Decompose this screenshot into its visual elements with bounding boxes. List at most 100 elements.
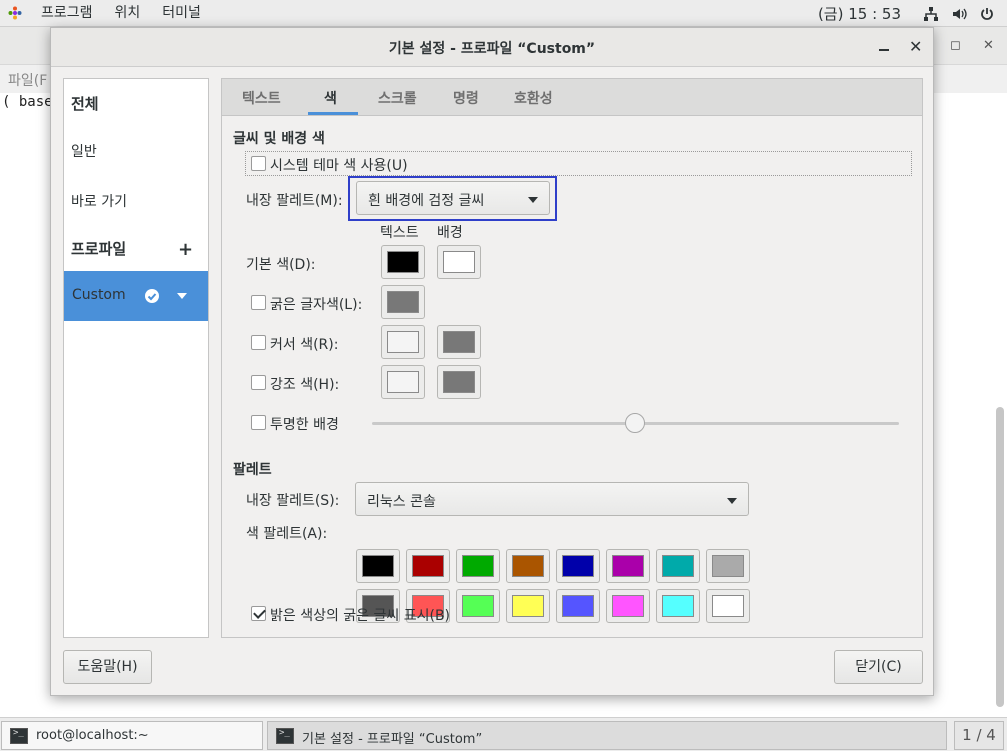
dropdown-arrow-icon <box>528 197 538 203</box>
terminal-icon <box>10 728 28 744</box>
builtin-scheme-combo[interactable]: 흰 배경에 검정 글씨 <box>356 181 550 215</box>
color-swatch <box>562 595 594 617</box>
tab-compatibility[interactable]: 호환성 <box>514 88 553 108</box>
help-button[interactable]: 도움말(H) <box>63 650 152 684</box>
profile-name: Custom <box>72 287 126 303</box>
bold-bright-checkbox[interactable] <box>251 606 266 621</box>
terminal-scrollbar[interactable] <box>996 407 1004 707</box>
bold-color-button[interactable] <box>381 285 425 319</box>
taskbar-item-preferences[interactable]: 기본 설정 - 프로파일 “Custom” <box>267 721 947 750</box>
builtin-scheme-label: 내장 팔레트(M): <box>246 193 343 209</box>
dropdown-arrow-icon <box>727 498 737 504</box>
color-swatch <box>512 555 544 577</box>
top-panel: 프로그램 위치 터미널 (금) 15 : 53 <box>0 0 1007 27</box>
bottom-taskbar: root@localhost:~ 기본 설정 - 프로파일 “Custom” 1… <box>0 717 1007 751</box>
palette-color-button[interactable] <box>656 589 700 623</box>
close-icon[interactable]: ✕ <box>983 38 994 53</box>
default-text-color-button[interactable] <box>381 245 425 279</box>
cursor-text-color-button[interactable] <box>381 325 425 359</box>
close-icon[interactable]: ✕ <box>909 37 922 56</box>
palette-color-button[interactable] <box>506 589 550 623</box>
color-swatch <box>662 595 694 617</box>
sidebar: 전체 일반 바로 가기 프로파일 + Custom <box>63 78 209 638</box>
transparent-bg-label: 투명한 배경 <box>270 417 339 433</box>
color-swatch <box>387 251 419 273</box>
text-bg-section-title: 글씨 및 배경 색 <box>233 131 325 147</box>
workspace-pager[interactable]: 1 / 4 <box>954 721 1004 750</box>
color-swatch <box>662 555 694 577</box>
palette-color-button[interactable] <box>656 549 700 583</box>
highlight-color-label: 강조 색(H): <box>270 377 340 393</box>
color-swatch <box>562 555 594 577</box>
color-swatch <box>512 595 544 617</box>
preferences-dialog: 기본 설정 - 프로파일 “Custom” ✕ 전체 일반 바로 가기 프로파일… <box>50 27 934 696</box>
taskbar-item-terminal[interactable]: root@localhost:~ <box>1 721 263 750</box>
color-swatch <box>387 291 419 313</box>
highlight-color-checkbox[interactable] <box>251 375 266 390</box>
tab-scrolling[interactable]: 스크롤 <box>378 88 417 108</box>
maximize-icon[interactable]: ◻ <box>950 38 961 53</box>
dialog-title: 기본 설정 - 프로파일 “Custom” <box>388 41 596 57</box>
palette-color-button[interactable] <box>556 549 600 583</box>
close-button[interactable]: 닫기(C) <box>834 650 923 684</box>
sidebar-item-all[interactable]: 전체 <box>64 93 208 114</box>
tab-bar: 텍스트 색 스크롤 명령 호환성 <box>222 79 922 116</box>
palette-color-button[interactable] <box>456 589 500 623</box>
menu-file[interactable]: 파일(F <box>8 70 47 90</box>
cursor-bg-color-button[interactable] <box>437 325 481 359</box>
apps-menu-icon[interactable] <box>8 6 22 20</box>
color-swatch <box>462 595 494 617</box>
color-swatch <box>462 555 494 577</box>
power-icon[interactable] <box>979 6 995 22</box>
active-tab-indicator <box>308 112 358 115</box>
cursor-color-checkbox[interactable] <box>251 335 266 350</box>
add-profile-button[interactable]: + <box>178 239 193 260</box>
sidebar-item-general[interactable]: 일반 <box>64 141 208 161</box>
menu-places[interactable]: 위치 <box>104 0 152 27</box>
default-profile-check-icon <box>145 289 159 303</box>
bold-color-checkbox[interactable] <box>251 295 266 310</box>
system-theme-checkbox[interactable] <box>251 156 266 171</box>
builtin-scheme-value: 흰 배경에 검정 글씨 <box>368 193 485 209</box>
network-icon[interactable] <box>923 6 939 22</box>
tab-text[interactable]: 텍스트 <box>242 88 281 108</box>
sidebar-item-shortcuts[interactable]: 바로 가기 <box>64 191 208 211</box>
palette-color-button[interactable] <box>506 549 550 583</box>
taskbar-item-label: root@localhost:~ <box>36 728 149 743</box>
tab-colors[interactable]: 색 <box>324 88 337 108</box>
palette-color-button[interactable] <box>556 589 600 623</box>
menu-terminal[interactable]: 터미널 <box>151 0 212 27</box>
palette-color-button[interactable] <box>606 589 650 623</box>
palette-color-button[interactable] <box>606 549 650 583</box>
color-swatch <box>712 595 744 617</box>
cursor-color-label: 커서 색(R): <box>270 337 339 353</box>
highlight-text-color-button[interactable] <box>381 365 425 399</box>
color-swatch <box>387 371 419 393</box>
bold-color-label: 굵은 글자색(L): <box>270 297 363 313</box>
sidebar-item-custom[interactable]: Custom <box>64 271 208 321</box>
profile-menu-caret-icon[interactable] <box>177 293 187 299</box>
palette-color-button[interactable] <box>456 549 500 583</box>
bold-bright-label: 밝은 색상의 굵은 글씨 표시(B) <box>270 608 451 624</box>
palette-color-button[interactable] <box>706 549 750 583</box>
settings-content: 텍스트 색 스크롤 명령 호환성 글씨 및 배경 색 시스템 테마 색 사용(U… <box>221 78 923 638</box>
transparent-bg-checkbox[interactable] <box>251 415 266 430</box>
color-swatch <box>612 595 644 617</box>
highlight-bg-color-button[interactable] <box>437 365 481 399</box>
transparency-slider-handle[interactable] <box>625 413 645 433</box>
color-swatch <box>612 555 644 577</box>
palette-color-button[interactable] <box>706 589 750 623</box>
volume-icon[interactable] <box>951 6 967 22</box>
menu-applications[interactable]: 프로그램 <box>30 0 104 27</box>
default-bg-color-button[interactable] <box>437 245 481 279</box>
minimize-icon[interactable] <box>877 38 891 54</box>
palette-color-button[interactable] <box>406 549 450 583</box>
palette-color-button[interactable] <box>356 549 400 583</box>
tab-command[interactable]: 명령 <box>453 88 479 108</box>
clock[interactable]: (금) 15 : 53 <box>818 3 901 24</box>
builtin-palette-label: 내장 팔레트(S): <box>246 493 340 509</box>
color-swatch <box>712 555 744 577</box>
text-column-header: 텍스트 <box>380 225 419 241</box>
builtin-palette-combo[interactable]: 리눅스 콘솔 <box>355 482 749 516</box>
dialog-header: 기본 설정 - 프로파일 “Custom” ✕ <box>51 28 933 67</box>
